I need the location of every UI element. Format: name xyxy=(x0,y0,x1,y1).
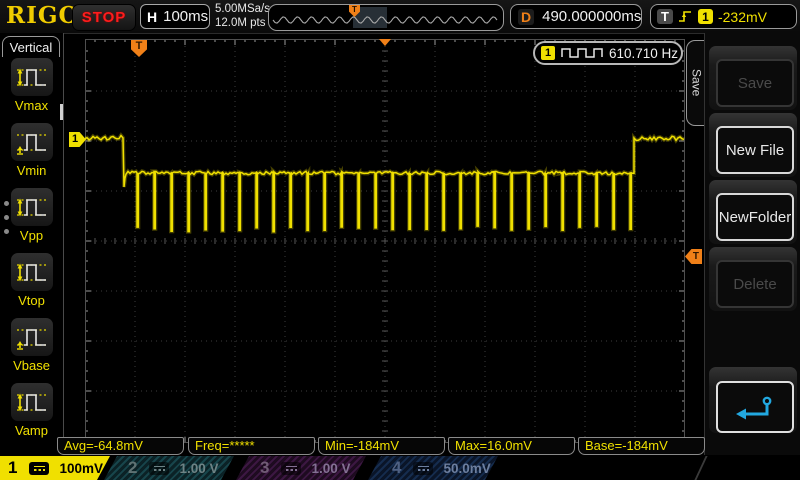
oscilloscope-screen: RIGOL STOP H 100ms 5.00MSa/s 12.0M pts T… xyxy=(0,0,800,480)
menu-item-vpp[interactable]: Vpp xyxy=(0,188,63,243)
right-menu-tab: Save xyxy=(686,40,706,126)
channel2-number: 2 xyxy=(128,458,137,478)
horizontal-scale-value: 100ms xyxy=(163,8,208,25)
measurement-freq[interactable]: Freq=***** xyxy=(188,437,315,455)
channel1-number: 1 xyxy=(8,458,17,478)
rising-edge-icon xyxy=(678,9,693,24)
vamp-icon xyxy=(11,383,53,421)
trigger-level-value: -232mV xyxy=(718,9,767,25)
channel1-scale: 100mV xyxy=(59,461,103,476)
channel-bar: 1 100mV 2 1.00 V 3 1.00 V 4 50.0mV xyxy=(0,456,800,480)
acquisition-info: 5.00MSa/s 12.0M pts xyxy=(215,3,270,30)
menu-item-label: Vtop xyxy=(0,293,63,308)
top-bar: RIGOL STOP H 100ms 5.00MSa/s 12.0M pts T… xyxy=(0,0,800,34)
return-button[interactable] xyxy=(716,381,794,433)
menu-slot: New File xyxy=(709,113,797,177)
channel2-scale: 1.00 V xyxy=(179,461,218,476)
channel1-status[interactable]: 1 100mV xyxy=(0,456,110,480)
channel4-number: 4 xyxy=(392,458,401,478)
menu-item-vmax[interactable]: Vmax xyxy=(0,58,63,113)
measurement-min[interactable]: Min=-184mV xyxy=(318,437,445,455)
right-menu-panel: Save New File NewFolder Delete xyxy=(704,33,800,455)
left-menu: Vertical Vmax Vmin Vpp Vtop xyxy=(0,33,64,455)
horizontal-label: H xyxy=(147,9,157,25)
trigger-label: T xyxy=(657,9,673,24)
graticule xyxy=(85,39,685,443)
measurement-base[interactable]: Base=-184mV xyxy=(578,437,705,455)
vbase-icon xyxy=(11,318,53,356)
menu-slot: NewFolder xyxy=(709,180,797,244)
preview-waveform xyxy=(269,5,503,30)
freq-counter-source-badge: 1 xyxy=(541,46,555,60)
menu-item-label: Vmax xyxy=(0,98,63,113)
sample-rate: 5.00MSa/s xyxy=(215,3,270,17)
dc-coupling-icon xyxy=(29,462,49,475)
menu-slot xyxy=(709,367,797,433)
menu-slot: Delete xyxy=(709,247,797,311)
channel3-scale: 1.00 V xyxy=(311,461,350,476)
menu-item-label: Vmin xyxy=(0,163,63,178)
dc-coupling-icon xyxy=(413,462,433,475)
delay-label: D xyxy=(518,9,534,25)
grid-and-trace xyxy=(85,39,685,443)
trigger-block[interactable]: T 1 -232mV xyxy=(650,4,797,29)
new-file-button[interactable]: New File xyxy=(716,126,794,174)
dc-coupling-icon xyxy=(281,462,301,475)
menu-slot: Save xyxy=(709,46,797,110)
channel4-status[interactable]: 4 50.0mV xyxy=(368,456,498,480)
channel1-level-marker[interactable]: 1 xyxy=(69,132,86,147)
measurement-avg[interactable]: Avg=-64.8mV xyxy=(57,437,184,455)
return-arrow-icon xyxy=(733,392,777,422)
measurement-max[interactable]: Max=16.0mV xyxy=(448,437,575,455)
menu-item-label: Vpp xyxy=(0,228,63,243)
left-menu-title: Vertical xyxy=(2,36,60,57)
square-wave-icon xyxy=(561,46,603,60)
new-folder-button[interactable]: NewFolder xyxy=(716,193,794,241)
channel3-status[interactable]: 3 1.00 V xyxy=(236,456,366,480)
dc-coupling-icon xyxy=(149,462,169,475)
frequency-counter: 1 610.710 Hz xyxy=(533,41,683,65)
horizontal-scale-block[interactable]: H 100ms xyxy=(140,4,210,29)
menu-page-dots xyxy=(4,201,9,234)
menu-item-vmin[interactable]: Vmin xyxy=(0,123,63,178)
trigger-level-marker[interactable]: T xyxy=(685,249,702,264)
freq-counter-value: 610.710 Hz xyxy=(609,46,678,61)
channel3-number: 3 xyxy=(260,458,269,478)
channel4-scale: 50.0mV xyxy=(443,461,490,476)
menu-item-vbase[interactable]: Vbase xyxy=(0,318,63,373)
menu-scroll-indicator xyxy=(60,104,63,120)
delete-button[interactable]: Delete xyxy=(716,260,794,308)
menu-item-label: Vamp xyxy=(0,423,63,438)
delay-block[interactable]: D 490.000000ms xyxy=(510,4,642,29)
menu-item-label: Vbase xyxy=(0,358,63,373)
memory-depth: 12.0M pts xyxy=(215,17,270,31)
run-state-button[interactable]: STOP xyxy=(72,4,136,31)
screen-center-marker xyxy=(379,39,391,46)
waveform-preview[interactable]: T xyxy=(268,4,504,31)
menu-item-vtop[interactable]: Vtop xyxy=(0,253,63,308)
save-button[interactable]: Save xyxy=(716,59,794,107)
channel2-status[interactable]: 2 1.00 V xyxy=(104,456,234,480)
delay-value: 490.000000ms xyxy=(542,8,641,25)
channel-bar-divider xyxy=(694,456,707,480)
vpp-icon xyxy=(11,188,53,226)
vmin-icon xyxy=(11,123,53,161)
vmax-icon xyxy=(11,58,53,96)
trigger-source-badge: 1 xyxy=(698,9,713,24)
vtop-icon xyxy=(11,253,53,291)
menu-item-vamp[interactable]: Vamp xyxy=(0,383,63,438)
